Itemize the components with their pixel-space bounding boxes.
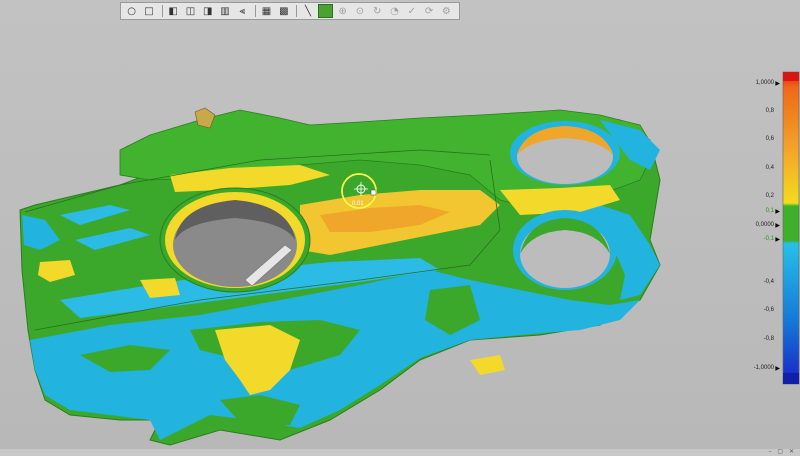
- deviation-color-map-model[interactable]: [0, 0, 800, 456]
- legend-label: 0,4: [765, 165, 774, 171]
- legend-label: 0,8: [765, 108, 774, 114]
- view-side-icon[interactable]: ▥: [217, 4, 232, 18]
- legend-label: -0,6: [763, 307, 774, 313]
- refresh-icon[interactable]: ⟳: [421, 4, 436, 18]
- legend-marker-lower-tolerance: ▶: [775, 236, 780, 243]
- status-bar: [0, 449, 800, 456]
- rotate-icon[interactable]: ↻: [370, 4, 385, 18]
- legend-marker-max: ▶: [775, 80, 780, 87]
- 3d-viewport[interactable]: 0.01 1,0000 ▶ 0,8 0,6 0,4 0,2 0,1 ▶ 0,00…: [0, 0, 800, 456]
- grid-icon[interactable]: ▦: [259, 4, 274, 18]
- line-tool-icon[interactable]: ╲: [300, 4, 315, 18]
- window-controls[interactable]: – ▢ ✕: [768, 448, 796, 455]
- check-icon[interactable]: ✓: [404, 4, 419, 18]
- toolbar-separator: [296, 5, 298, 17]
- legend-label-max: 1,0000: [755, 80, 774, 86]
- legend-label-min: -1,0000: [753, 365, 774, 371]
- select-box-icon[interactable]: □: [141, 4, 156, 18]
- legend-marker-upper-tolerance: ▶: [775, 208, 780, 215]
- deviation-yellow-bottom-right: [470, 355, 505, 375]
- select-circle-icon[interactable]: ○: [124, 4, 139, 18]
- legend-label: -0,4: [763, 279, 774, 285]
- legend-label-lower-tolerance: -0,1: [763, 236, 774, 242]
- legend-marker-min: ▶: [775, 365, 780, 372]
- gauge-icon[interactable]: ◔: [387, 4, 402, 18]
- point-icon[interactable]: ⊕: [335, 4, 350, 18]
- color-map-icon[interactable]: ■: [317, 4, 334, 18]
- legend-label-upper-tolerance: 0,1: [765, 208, 774, 214]
- viewer-toolbar: ○ □ ◧ ◫ ◨ ▥ ⫷ ▦ ▩ ╲ ■ ⊕ ⊙ ↻ ◔ ✓ ⟳ ⚙: [120, 2, 460, 20]
- legend-label: 0,6: [765, 136, 774, 142]
- legend-label-zero: 0,0000: [755, 222, 774, 228]
- align-icon[interactable]: ⫷: [235, 4, 250, 18]
- view-top-icon[interactable]: ◨: [200, 4, 215, 18]
- toolbar-separator: [161, 5, 163, 17]
- toolbar-separator: [254, 5, 256, 17]
- probe-value-label: 0.01: [352, 201, 364, 207]
- settings-icon[interactable]: ⚙: [439, 4, 454, 18]
- legend-marker-zero: ▶: [775, 222, 780, 229]
- target-icon[interactable]: ⊙: [352, 4, 367, 18]
- grid-alt-icon[interactable]: ▩: [276, 4, 291, 18]
- view-front-icon[interactable]: ◫: [183, 4, 198, 18]
- legend-label: 0,2: [765, 193, 774, 199]
- view-iso-icon[interactable]: ◧: [166, 4, 181, 18]
- legend-label: -0,8: [763, 336, 774, 342]
